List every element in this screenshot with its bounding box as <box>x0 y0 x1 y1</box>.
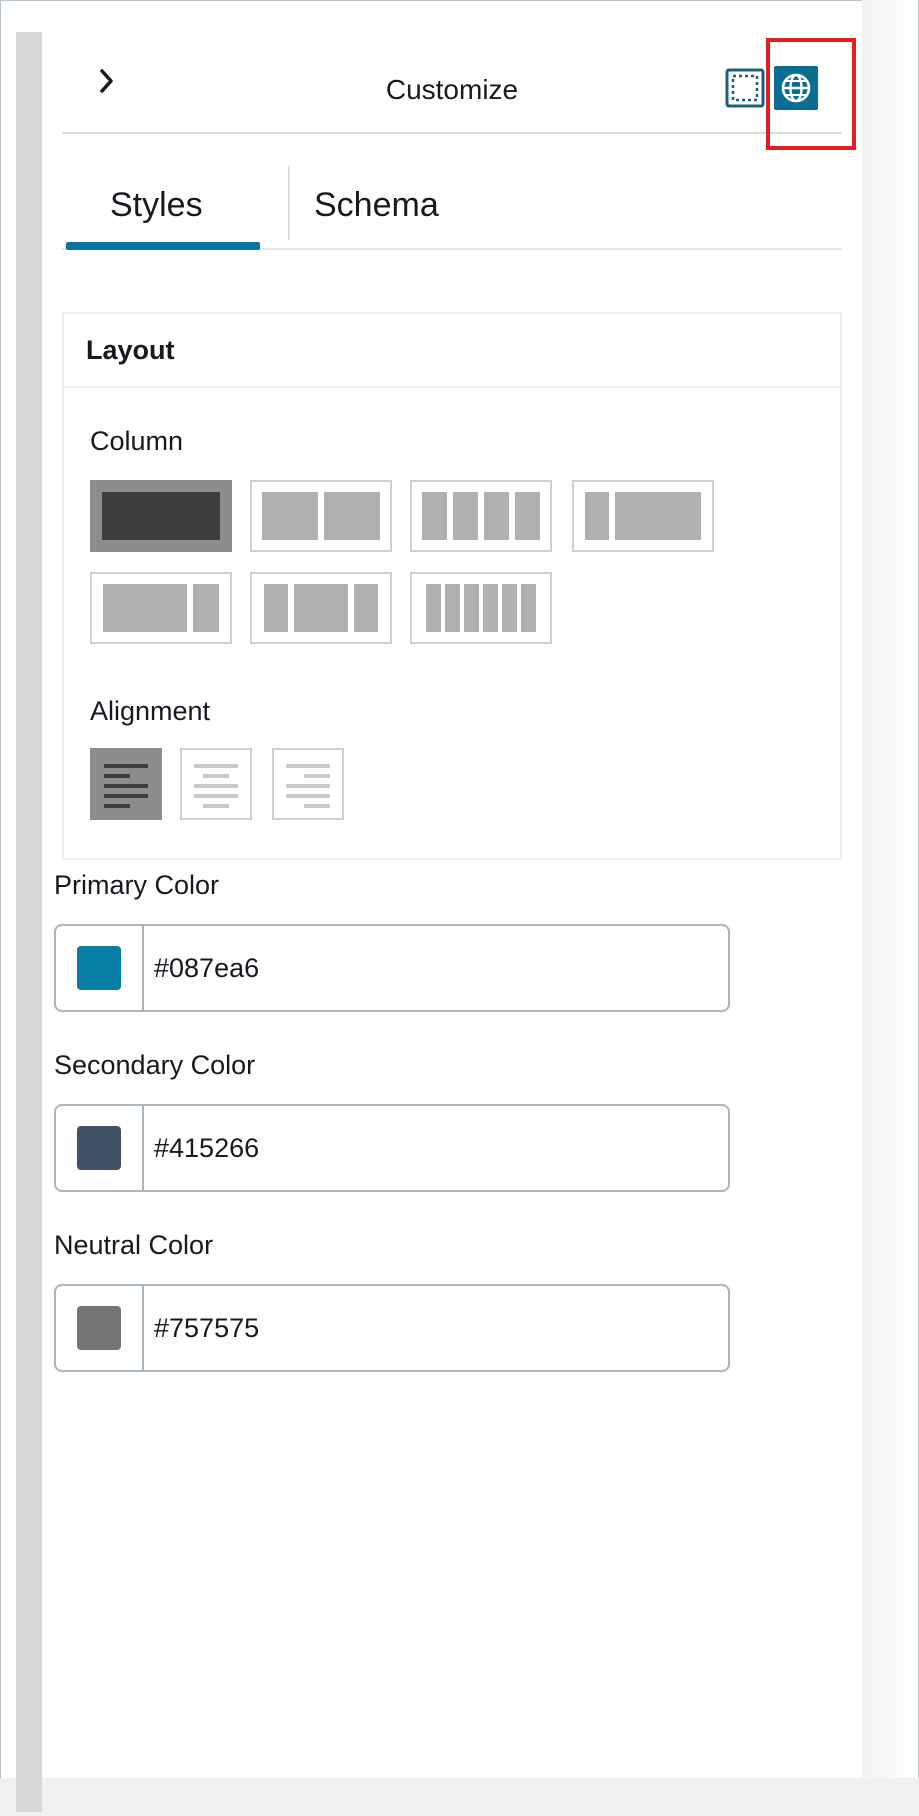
align-line <box>194 764 238 768</box>
neutral-color-field[interactable]: #757575 <box>54 1284 730 1372</box>
column-option-3-1[interactable] <box>90 572 232 644</box>
column-block <box>484 492 509 540</box>
column-block <box>453 492 478 540</box>
align-line <box>203 804 229 808</box>
edit-mode-button[interactable] <box>725 66 765 110</box>
column-block <box>264 584 288 632</box>
align-line <box>194 784 238 788</box>
tab-schema[interactable]: Schema <box>314 186 439 225</box>
tab-styles[interactable]: Styles <box>110 186 203 225</box>
column-option-6[interactable] <box>410 572 552 644</box>
column-block <box>354 584 378 632</box>
secondary-color-field[interactable]: #415266 <box>54 1104 730 1192</box>
column-block <box>262 492 318 540</box>
align-line <box>286 794 330 798</box>
column-block <box>585 492 609 540</box>
column-option-2[interactable] <box>250 480 392 552</box>
primary-color-swatch <box>77 946 121 990</box>
align-line <box>304 774 330 778</box>
column-option-1[interactable] <box>90 480 232 552</box>
active-tab-indicator <box>66 242 260 250</box>
highlight-box <box>766 38 856 150</box>
bottom-shadow <box>0 1778 919 1816</box>
neutral-color-value[interactable]: #757575 <box>154 1286 259 1370</box>
secondary-swatch-cell[interactable] <box>56 1106 144 1190</box>
secondary-color-swatch <box>77 1126 121 1170</box>
column-block <box>422 492 447 540</box>
align-line <box>304 804 330 808</box>
secondary-color-value[interactable]: #415266 <box>154 1106 259 1190</box>
neutral-swatch-cell[interactable] <box>56 1286 144 1370</box>
column-block <box>615 492 701 540</box>
column-option-1-2-1[interactable] <box>250 572 392 644</box>
align-line <box>104 794 148 798</box>
secondary-color-label: Secondary Color <box>54 1050 256 1080</box>
column-block <box>426 584 441 632</box>
column-block <box>464 584 479 632</box>
layout-section: Layout Column Alignment <box>62 312 842 860</box>
column-option-1-3[interactable] <box>572 480 714 552</box>
right-shadow <box>862 0 918 1816</box>
align-line <box>194 794 238 798</box>
align-line <box>104 774 130 778</box>
column-block <box>483 584 498 632</box>
align-line <box>104 804 130 808</box>
dotted-frame-icon <box>725 68 765 108</box>
column-block <box>445 584 460 632</box>
align-left-button[interactable] <box>90 748 162 820</box>
primary-color-value[interactable]: #087ea6 <box>154 926 259 1010</box>
primary-color-label: Primary Color <box>54 870 220 900</box>
primary-swatch-cell[interactable] <box>56 926 144 1010</box>
column-block <box>324 492 380 540</box>
column-block <box>515 492 540 540</box>
column-option-4[interactable] <box>410 480 552 552</box>
column-block <box>103 584 187 632</box>
align-center-button[interactable] <box>180 748 252 820</box>
tab-bar: Styles Schema <box>62 136 842 250</box>
primary-color-field[interactable]: #087ea6 <box>54 924 730 1012</box>
align-line <box>286 764 330 768</box>
align-line <box>104 784 148 788</box>
panel-header: Customize <box>62 32 856 150</box>
tab-divider <box>288 166 290 240</box>
column-block <box>521 584 536 632</box>
column-block <box>193 584 219 632</box>
alignment-label: Alignment <box>90 696 211 726</box>
column-label: Column <box>90 426 184 456</box>
align-line <box>286 784 330 788</box>
align-line <box>203 774 229 778</box>
align-line <box>104 764 148 768</box>
column-block <box>502 584 517 632</box>
column-block <box>294 584 348 632</box>
panel-left-edge <box>16 32 42 1812</box>
neutral-color-label: Neutral Color <box>54 1230 214 1260</box>
customize-panel: Customize Styles Schema Layout Column Al… <box>42 32 862 1778</box>
neutral-color-swatch <box>77 1306 121 1350</box>
align-right-button[interactable] <box>272 748 344 820</box>
column-block <box>102 492 220 540</box>
layout-heading: Layout <box>64 314 840 388</box>
